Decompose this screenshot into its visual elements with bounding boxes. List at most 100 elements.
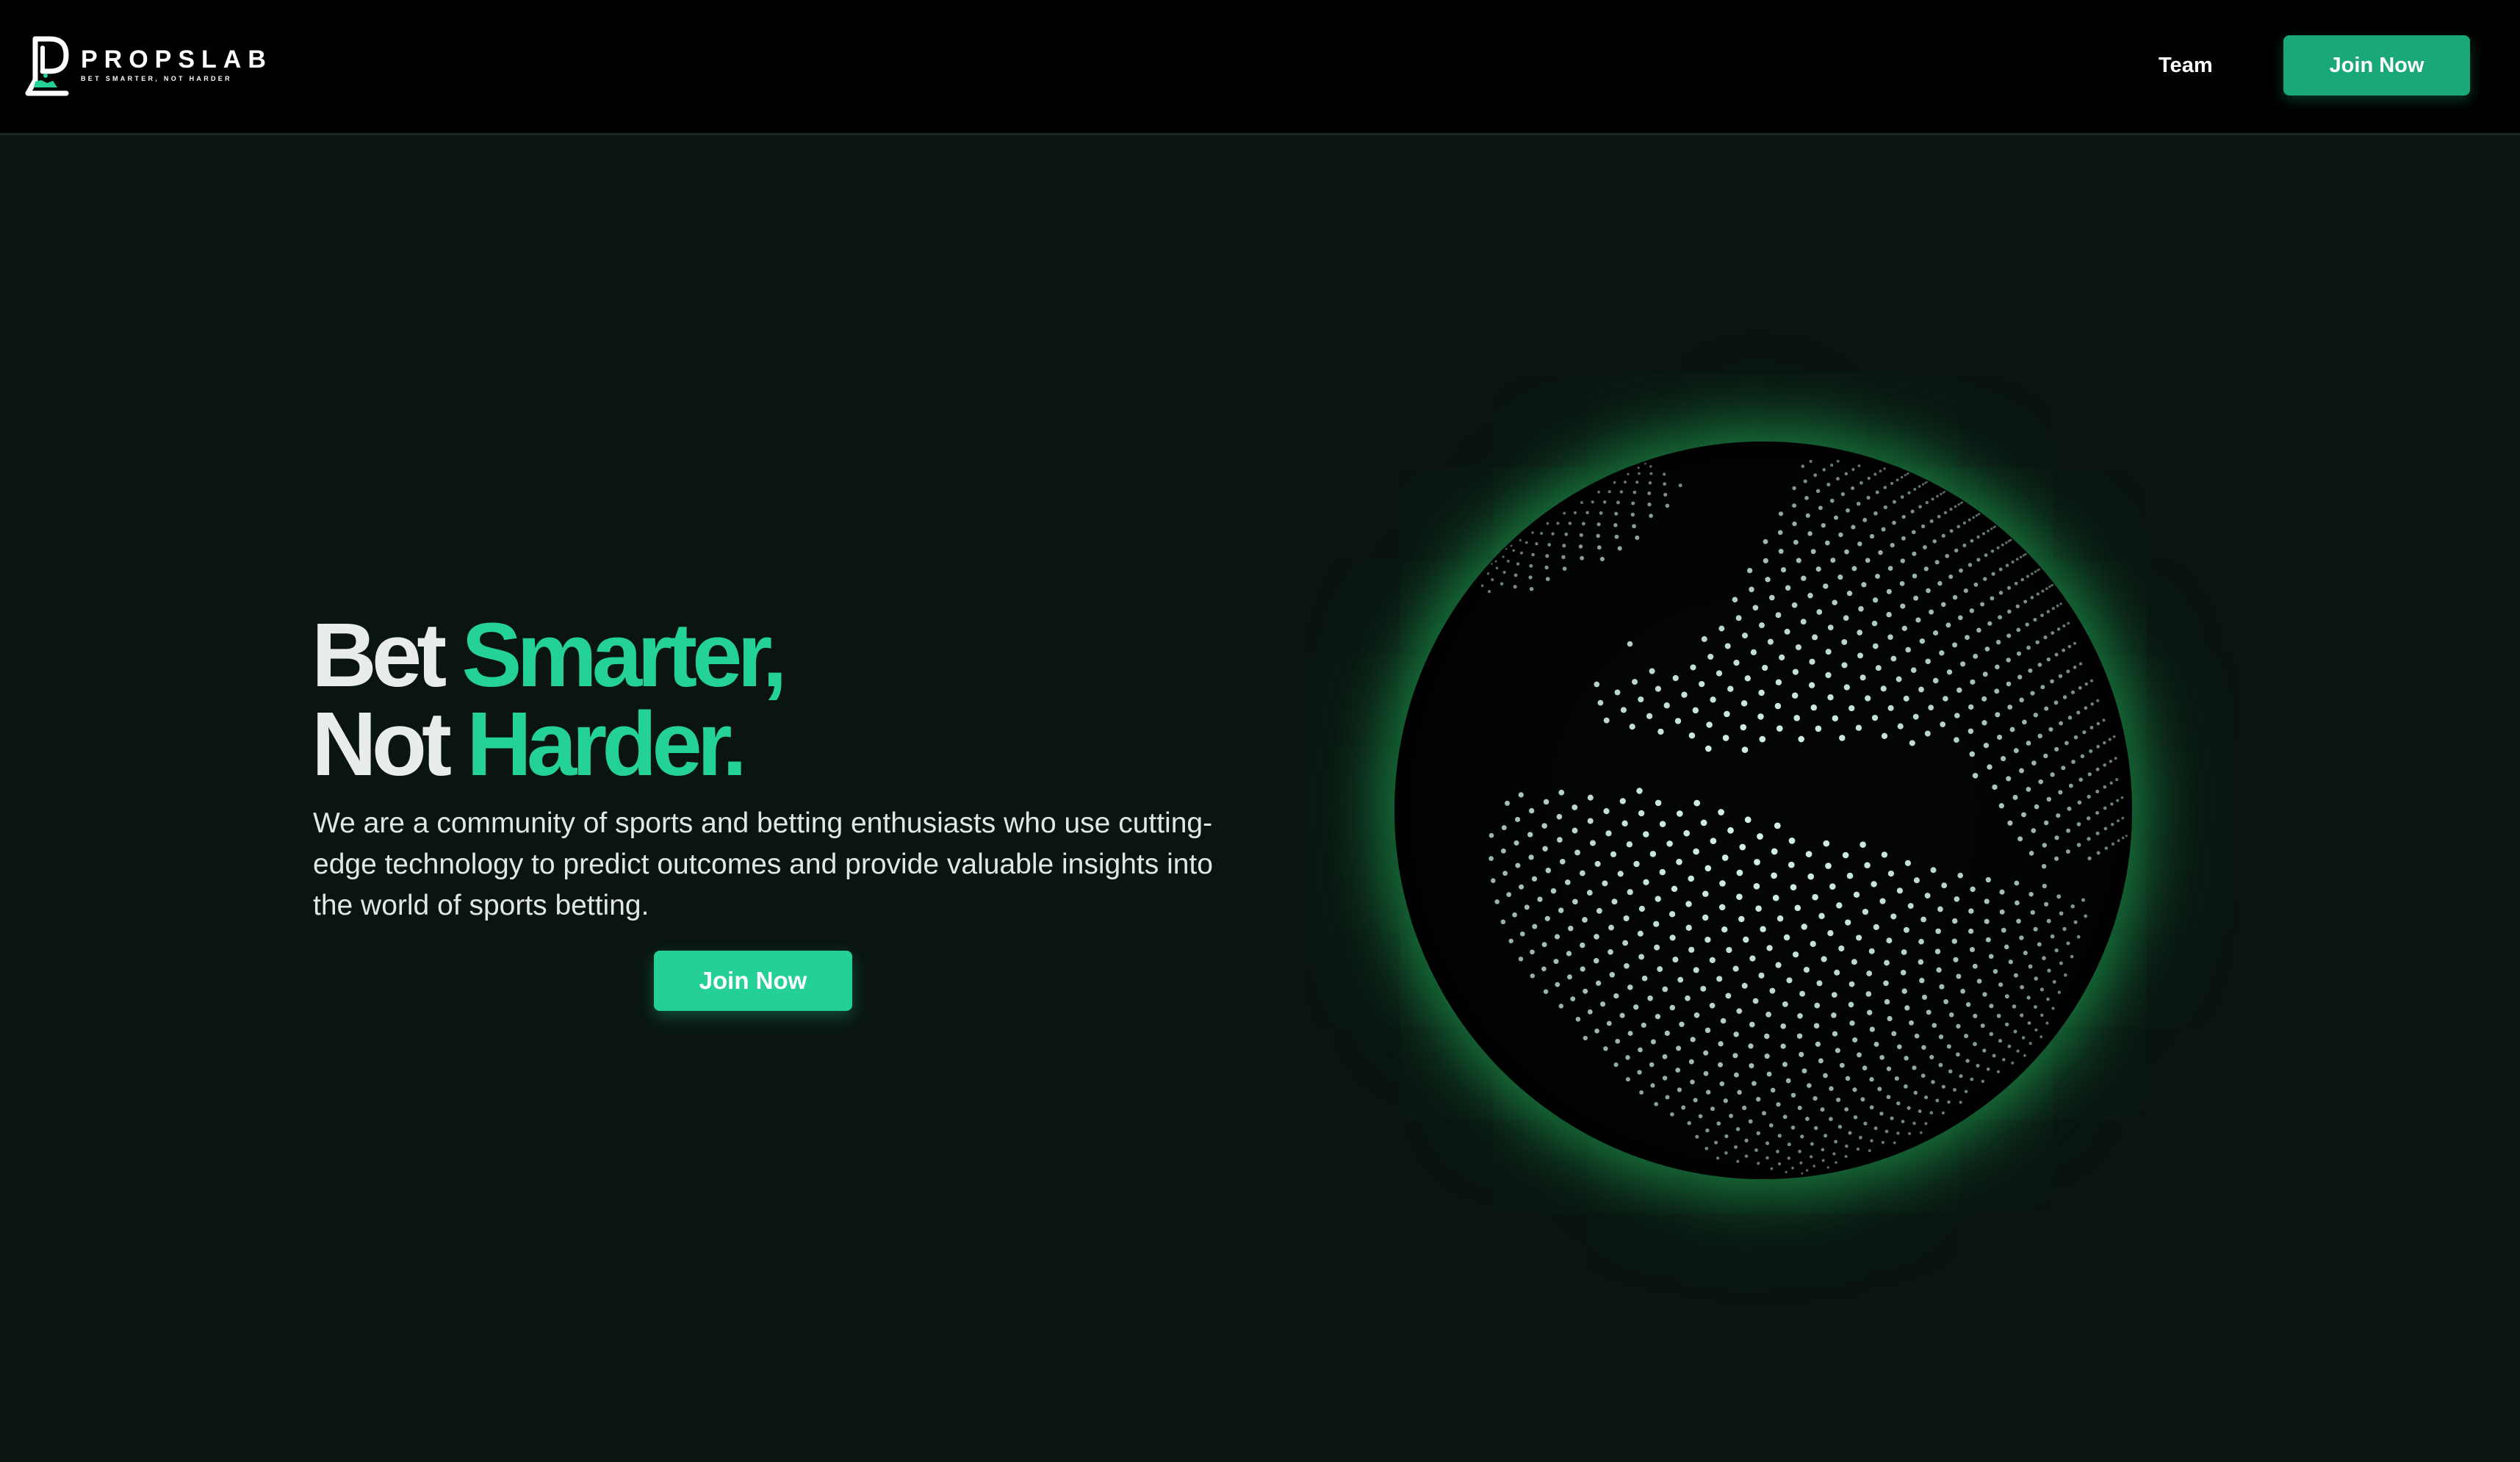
- globe-dot: [1865, 558, 1871, 563]
- globe-dot: [1959, 1101, 1962, 1104]
- globe-dot: [2103, 806, 2107, 810]
- globe-dot: [1930, 867, 1937, 874]
- globe-dot: [1665, 503, 1670, 508]
- globe-dot: [1724, 1151, 1728, 1155]
- globe-dot: [1614, 689, 1621, 696]
- globe-dot: [2090, 702, 2094, 706]
- globe-dot: [1737, 1090, 1742, 1095]
- globe-dot: [2096, 851, 2100, 855]
- globe-dot: [1771, 872, 1777, 879]
- globe-dot: [1782, 1062, 1788, 1067]
- globe-dot: [1835, 1048, 1840, 1054]
- globe-dot: [1718, 809, 1724, 815]
- globe-dot: [1872, 597, 1879, 603]
- globe-dot: [2051, 583, 2054, 586]
- globe-dot: [1954, 896, 1960, 902]
- globe-dot: [2050, 679, 2054, 684]
- globe-dot: [2027, 1021, 2031, 1025]
- globe-dot: [1657, 966, 1663, 973]
- globe-dot: [1531, 531, 1534, 534]
- globe-dot: [2005, 541, 2008, 544]
- globe-dot: [1714, 1140, 1718, 1145]
- globe-dot: [1676, 858, 1682, 865]
- globe-dot: [1739, 843, 1746, 851]
- globe-dot: [2076, 843, 2081, 847]
- globe-dot: [2026, 741, 2031, 746]
- globe-dot: [1688, 732, 1696, 739]
- hero-join-now-button[interactable]: Join Now: [654, 951, 852, 1011]
- globe-dot: [1669, 935, 1676, 941]
- globe-dot: [1540, 531, 1544, 536]
- globe-dot: [1857, 630, 1863, 635]
- globe-dot: [1848, 1131, 1852, 1135]
- globe-dot: [1941, 1084, 1945, 1089]
- globe-dot: [2068, 783, 2073, 788]
- globe-dot: [1825, 671, 1832, 679]
- globe-dot: [1994, 525, 1997, 528]
- globe-dot: [1913, 877, 1920, 884]
- globe-dot: [1998, 982, 2004, 987]
- globe-dot: [2006, 681, 2012, 687]
- globe-dot: [1749, 586, 1754, 593]
- globe-dot: [1973, 653, 1979, 659]
- globe-dot: [2023, 951, 2028, 956]
- globe-dot: [1707, 653, 1714, 660]
- globe-dot: [1795, 644, 1801, 651]
- globe-dot: [1810, 704, 1818, 711]
- globe-dot: [1952, 642, 1958, 648]
- globe-dot: [1954, 548, 1959, 553]
- globe-dot: [2042, 843, 2048, 848]
- brand-logo[interactable]: PROPSLAB BET SMARTER, NOT HARDER: [25, 31, 273, 98]
- globe-dot: [1805, 1117, 1810, 1121]
- globe-dot: [2025, 552, 2027, 555]
- globe-dot: [1871, 714, 1879, 721]
- globe-dot: [1766, 1071, 1772, 1077]
- header-join-now-button[interactable]: Join Now: [2283, 35, 2470, 96]
- globe-dot: [2026, 787, 2031, 792]
- globe-dot: [1901, 1120, 1905, 1123]
- globe-dot: [1921, 994, 1928, 1000]
- globe-dot: [1502, 555, 1505, 558]
- globe-dot: [1578, 544, 1583, 549]
- globe-dot: [1500, 848, 1506, 854]
- globe-dot: [1837, 1125, 1843, 1129]
- globe-dot: [2022, 719, 2027, 725]
- globe-dot: [1662, 1076, 1668, 1081]
- globe-dot: [1778, 511, 1784, 516]
- globe-dot: [1815, 566, 1821, 572]
- globe-dot: [1494, 899, 1500, 904]
- globe-dot: [1611, 899, 1618, 905]
- globe-dot: [1845, 1144, 1848, 1148]
- globe-dot: [1999, 889, 2005, 895]
- globe-dot: [1839, 1062, 1845, 1068]
- globe-dot: [1755, 905, 1762, 912]
- globe-dot: [1568, 925, 1574, 932]
- globe-dot: [1998, 615, 2003, 620]
- globe-dot: [1677, 1087, 1682, 1092]
- globe-dot: [1742, 1105, 1747, 1110]
- globe-dot: [1763, 558, 1768, 563]
- globe-dot: [1841, 662, 1848, 669]
- globe-dot: [2020, 1013, 2024, 1018]
- nav-link-team[interactable]: Team: [2159, 48, 2213, 82]
- globe-dot: [2054, 948, 2059, 953]
- globe-dot: [1749, 1063, 1754, 1069]
- globe-dot: [1791, 602, 1798, 608]
- globe-dot: [1998, 1039, 2003, 1043]
- globe-dot: [2047, 968, 2051, 973]
- globe-dot: [1860, 674, 1866, 681]
- globe-dot: [2078, 777, 2083, 782]
- globe-dot: [1855, 724, 1862, 731]
- globe-dot: [1961, 501, 1964, 504]
- globe-dot: [1920, 1073, 1926, 1079]
- globe-dot: [2076, 710, 2081, 715]
- globe-dot: [1987, 764, 1992, 770]
- globe-dot: [1790, 884, 1797, 891]
- globe-dot: [1744, 816, 1752, 824]
- globe-dot: [1754, 1148, 1758, 1152]
- globe-dot: [1929, 1054, 1934, 1059]
- globe-dot: [1681, 1105, 1686, 1110]
- globe-dot: [1746, 567, 1753, 574]
- globe-dot: [1580, 501, 1583, 505]
- globe-dot: [2103, 741, 2106, 745]
